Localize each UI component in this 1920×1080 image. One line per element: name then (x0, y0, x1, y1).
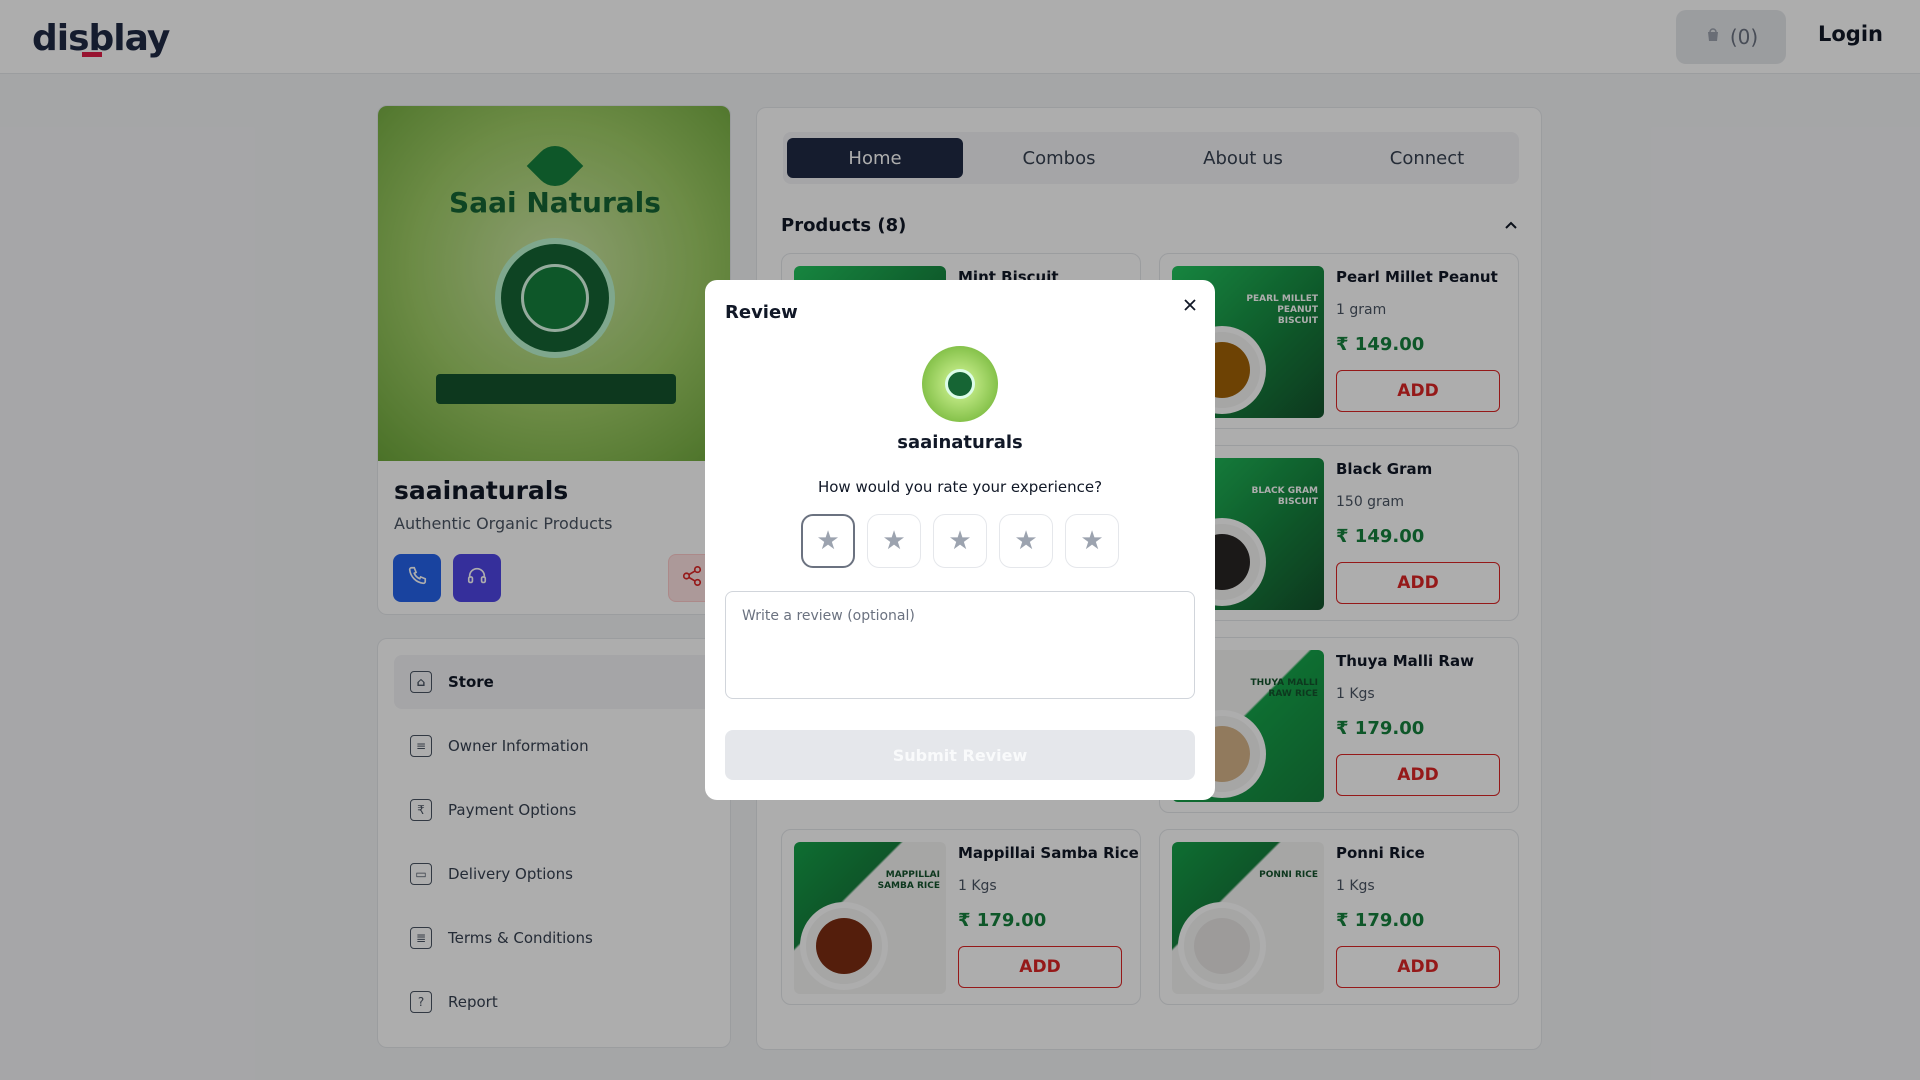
star-icon: ★ (816, 526, 840, 556)
star-rating: ★ ★ ★ ★ ★ (801, 514, 1121, 568)
review-modal: Review saainaturals How would you rate y… (705, 280, 1215, 800)
star-3-button[interactable]: ★ (933, 514, 987, 568)
store-avatar (922, 346, 998, 422)
star-icon: ★ (948, 526, 972, 556)
star-icon: ★ (882, 526, 906, 556)
modal-store-name: saainaturals (897, 432, 1023, 453)
modal-title: Review (725, 302, 798, 323)
star-1-button[interactable]: ★ (801, 514, 855, 568)
rating-question: How would you rate your experience? (817, 478, 1103, 496)
star-icon: ★ (1080, 526, 1104, 556)
star-5-button[interactable]: ★ (1065, 514, 1119, 568)
star-2-button[interactable]: ★ (867, 514, 921, 568)
close-icon[interactable] (1183, 296, 1197, 317)
submit-review-button[interactable]: Submit Review (725, 730, 1195, 780)
star-icon: ★ (1014, 526, 1038, 556)
review-textarea[interactable] (725, 591, 1195, 699)
star-4-button[interactable]: ★ (999, 514, 1053, 568)
